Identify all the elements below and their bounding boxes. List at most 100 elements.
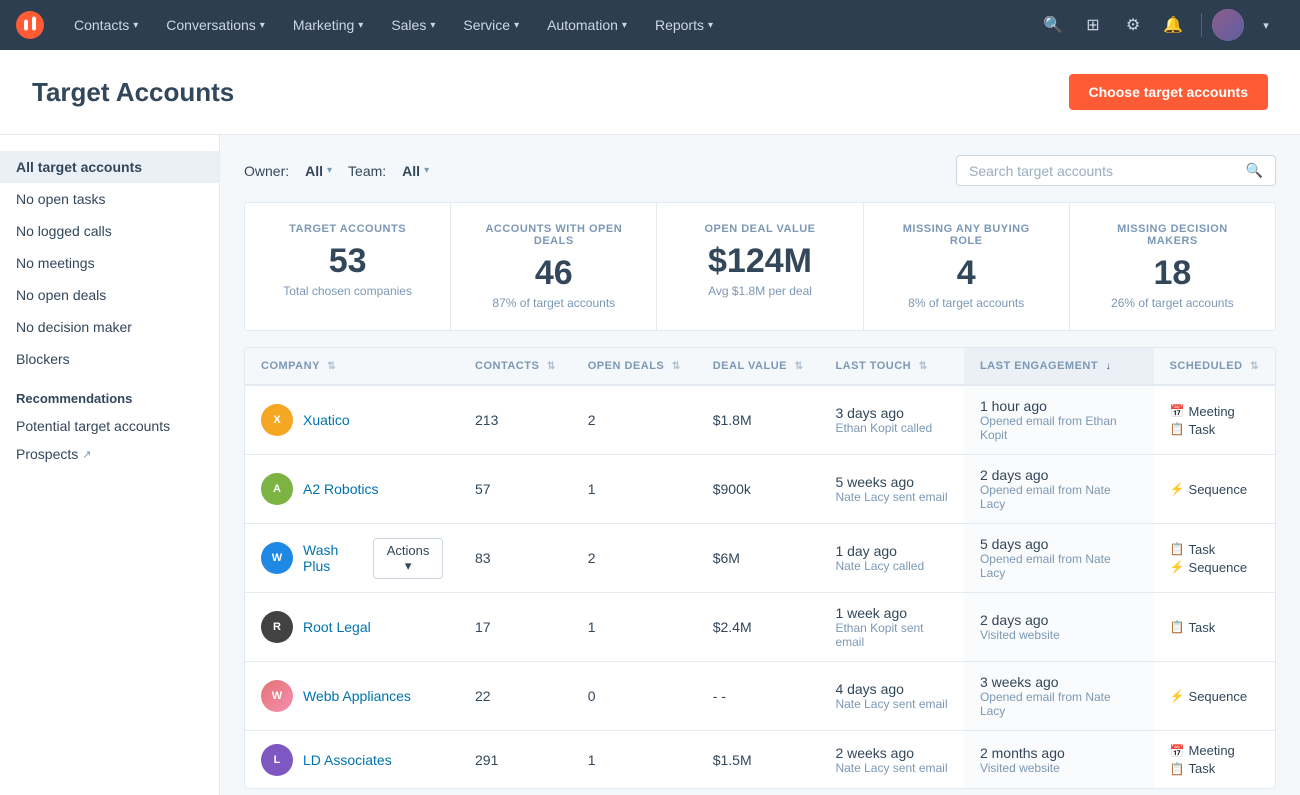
notifications-icon[interactable]: 🔔 [1155, 7, 1191, 43]
contacts-cell: 83 [459, 524, 572, 593]
content-area: All target accounts No open tasks No log… [0, 135, 1300, 795]
sequence-icon: ⚡ [1170, 482, 1185, 496]
open-deals-cell: 1 [572, 455, 697, 524]
apps-icon[interactable]: ⊞ [1075, 7, 1111, 43]
table-row: W Wash Plus Actions ▾ 83 2 $6M 1 day ago… [245, 524, 1275, 593]
nav-marketing[interactable]: Marketing▾ [279, 0, 378, 50]
nav-contacts[interactable]: Contacts▾ [60, 0, 152, 50]
company-logo-webbappliances: W [261, 680, 293, 712]
task-icon: 📋 [1170, 620, 1185, 634]
deal-value-cell: $1.8M [697, 385, 820, 455]
stat-buying-role-value: 4 [888, 255, 1045, 292]
contacts-cell: 213 [459, 385, 572, 455]
stat-open-deals-value: 46 [475, 255, 632, 292]
account-caret-icon[interactable]: ▾ [1248, 7, 1284, 43]
company-link-webbappliances[interactable]: Webb Appliances [303, 688, 411, 704]
nav-sales[interactable]: Sales▾ [377, 0, 449, 50]
sidebar-item-potential-target-accounts[interactable]: Potential target accounts [0, 412, 219, 440]
page-title: Target Accounts [32, 77, 234, 108]
sequence-icon: ⚡ [1170, 689, 1185, 703]
table-row: X Xuatico 213 2 $1.8M 3 days ago Ethan K… [245, 385, 1275, 455]
hubspot-logo[interactable] [16, 11, 44, 39]
choose-target-accounts-button[interactable]: Choose target accounts [1069, 74, 1268, 110]
col-deal-value[interactable]: DEAL VALUE ⇅ [697, 348, 820, 385]
task-icon: 📋 [1170, 422, 1185, 436]
last-engagement-sort-icon: ↓ [1106, 361, 1112, 372]
col-contacts[interactable]: CONTACTS ⇅ [459, 348, 572, 385]
stats-row: TARGET ACCOUNTS 53 Total chosen companie… [244, 202, 1276, 331]
company-cell: R Root Legal [245, 593, 459, 662]
deal-value-cell: $1.5M [697, 731, 820, 789]
sidebar-item-no-logged-calls[interactable]: No logged calls [0, 215, 219, 247]
company-cell: L LD Associates [245, 731, 459, 789]
col-last-engagement[interactable]: LAST ENGAGEMENT ↓ [964, 348, 1154, 385]
nav-right-icons: 🔍 ⊞ ⚙ 🔔 ▾ [1035, 7, 1284, 43]
owner-value: All [305, 163, 323, 179]
company-cell: X Xuatico [245, 385, 459, 455]
team-dropdown[interactable]: All ▾ [402, 163, 429, 179]
sidebar-item-no-open-deals[interactable]: No open deals [0, 279, 219, 311]
stat-decision-makers-label: MISSING DECISION MAKERS [1094, 223, 1251, 247]
sidebar-item-prospects[interactable]: Prospects ↗ [0, 440, 219, 468]
team-label: Team: [348, 163, 386, 179]
col-scheduled[interactable]: SCHEDULED ⇅ [1154, 348, 1275, 385]
last-touch-cell: 4 days ago Nate Lacy sent email [819, 662, 964, 731]
sidebar-item-blockers[interactable]: Blockers [0, 343, 219, 375]
actions-button-washplus[interactable]: Actions ▾ [373, 538, 443, 579]
col-open-deals[interactable]: OPEN DEALS ⇅ [572, 348, 697, 385]
stat-target-accounts-label: TARGET ACCOUNTS [269, 223, 426, 235]
team-value: All [402, 163, 420, 179]
owner-dropdown[interactable]: All ▾ [305, 163, 332, 179]
last-engagement-cell: 2 days ago Visited website [964, 593, 1154, 662]
sidebar-item-no-meetings[interactable]: No meetings [0, 247, 219, 279]
search-input[interactable] [969, 163, 1238, 179]
last-engagement-cell: 5 days ago Opened email from Nate Lacy [964, 524, 1154, 593]
table-body: X Xuatico 213 2 $1.8M 3 days ago Ethan K… [245, 385, 1275, 788]
deal-value-cell: $900k [697, 455, 820, 524]
table-row: W Webb Appliances 22 0 - - 4 days ago Na… [245, 662, 1275, 731]
company-cell: W Webb Appliances [245, 662, 459, 731]
col-company[interactable]: COMPANY ⇅ [245, 348, 459, 385]
company-link-rootlegal[interactable]: Root Legal [303, 619, 371, 635]
sidebar: All target accounts No open tasks No log… [0, 135, 220, 795]
company-link-xuatico[interactable]: Xuatico [303, 412, 350, 428]
last-engagement-cell: 2 days ago Opened email from Nate Lacy [964, 455, 1154, 524]
nav-service[interactable]: Service▾ [449, 0, 533, 50]
table-header: COMPANY ⇅ CONTACTS ⇅ OPEN DEALS ⇅ DEAL [245, 348, 1275, 385]
stat-deal-value-sub: Avg $1.8M per deal [681, 284, 838, 298]
col-last-touch[interactable]: LAST TOUCH ⇅ [819, 348, 964, 385]
stat-target-accounts-value: 53 [269, 243, 426, 280]
settings-icon[interactable]: ⚙ [1115, 7, 1151, 43]
nav-automation[interactable]: Automation▾ [533, 0, 641, 50]
contacts-cell: 291 [459, 731, 572, 789]
nav-divider [1201, 13, 1202, 37]
scheduled-cell: ⚡Sequence [1154, 455, 1275, 524]
sidebar-item-all-target-accounts[interactable]: All target accounts [0, 151, 219, 183]
open-deals-cell: 1 [572, 731, 697, 789]
sequence-icon: ⚡ [1170, 560, 1185, 574]
search-icon[interactable]: 🔍 [1035, 7, 1071, 43]
avatar-image [1212, 9, 1244, 41]
company-link-ldassociates[interactable]: LD Associates [303, 752, 392, 768]
company-logo-xuatico: X [261, 404, 293, 436]
filter-bar: Owner: All ▾ Team: All ▾ 🔍 [244, 155, 1276, 186]
recommendations-title: Recommendations [0, 375, 219, 412]
open-deals-cell: 1 [572, 593, 697, 662]
sidebar-item-no-decision-maker[interactable]: No decision maker [0, 311, 219, 343]
sidebar-item-no-open-tasks[interactable]: No open tasks [0, 183, 219, 215]
search-box[interactable]: 🔍 [956, 155, 1276, 186]
company-link-a2robotics[interactable]: A2 Robotics [303, 481, 378, 497]
contacts-cell: 22 [459, 662, 572, 731]
last-touch-cell: 3 days ago Ethan Kopit called [819, 385, 964, 455]
company-sort-icon: ⇅ [327, 361, 336, 372]
company-link-washplus[interactable]: Wash Plus [303, 542, 363, 574]
nav-conversations[interactable]: Conversations▾ [152, 0, 279, 50]
nav-reports[interactable]: Reports▾ [641, 0, 727, 50]
stat-decision-makers-value: 18 [1094, 255, 1251, 292]
contacts-sort-icon: ⇅ [547, 361, 556, 372]
deal-value-cell: - - [697, 662, 820, 731]
stat-buying-role-label: MISSING ANY BUYING ROLE [888, 223, 1045, 247]
owner-caret-icon: ▾ [327, 165, 332, 176]
task-icon: 📋 [1170, 762, 1185, 776]
avatar[interactable] [1212, 9, 1244, 41]
